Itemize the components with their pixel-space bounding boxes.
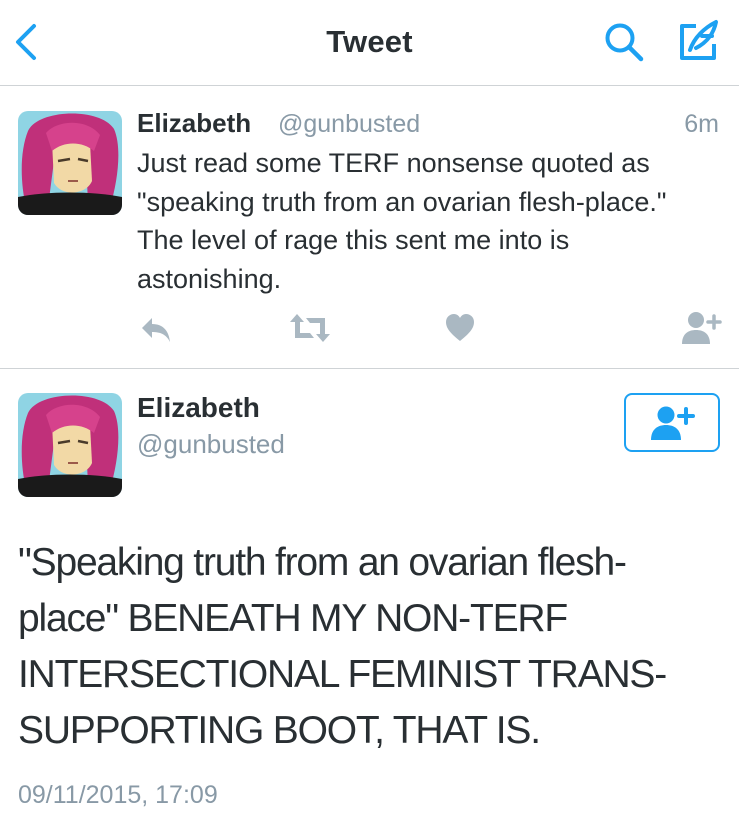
reply-tweet[interactable]: Elizabeth @gunbusted 6m Just read some T… (0, 86, 739, 369)
add-user-icon (651, 406, 695, 440)
like-button[interactable] (444, 312, 476, 344)
avatar-image (18, 111, 122, 215)
retweet-icon (290, 314, 330, 342)
search-button[interactable] (602, 20, 646, 64)
avatar-image (18, 393, 122, 497)
retweet-button[interactable] (288, 312, 332, 344)
tweet-timestamp: 09/11/2015, 17:09 (18, 781, 218, 809)
compose-button[interactable] (674, 18, 722, 64)
author-handle[interactable]: @gunbusted (278, 110, 420, 139)
reply-icon (142, 318, 170, 342)
tweet-text: Just read some TERF nonsense quoted as "… (137, 148, 667, 294)
search-icon (605, 23, 644, 62)
avatar[interactable] (18, 111, 122, 215)
author-handle[interactable]: @gunbusted (137, 429, 285, 460)
main-tweet: Elizabeth @gunbusted "Speaking truth fro… (0, 369, 739, 836)
author-name[interactable]: Elizabeth (137, 108, 251, 139)
follow-icon (682, 312, 722, 344)
tweet-time: 6m (684, 110, 719, 138)
like-icon (446, 314, 474, 341)
compose-icon (680, 20, 718, 60)
avatar[interactable] (18, 393, 122, 497)
tweet-text: "Speaking truth from an ovarian flesh-pl… (18, 541, 667, 752)
follow-button[interactable] (624, 393, 720, 452)
follow-user-button[interactable] (680, 310, 722, 346)
author-name[interactable]: Elizabeth (137, 392, 260, 424)
navigation-bar: Tweet (0, 0, 739, 86)
reply-button[interactable] (138, 314, 174, 344)
